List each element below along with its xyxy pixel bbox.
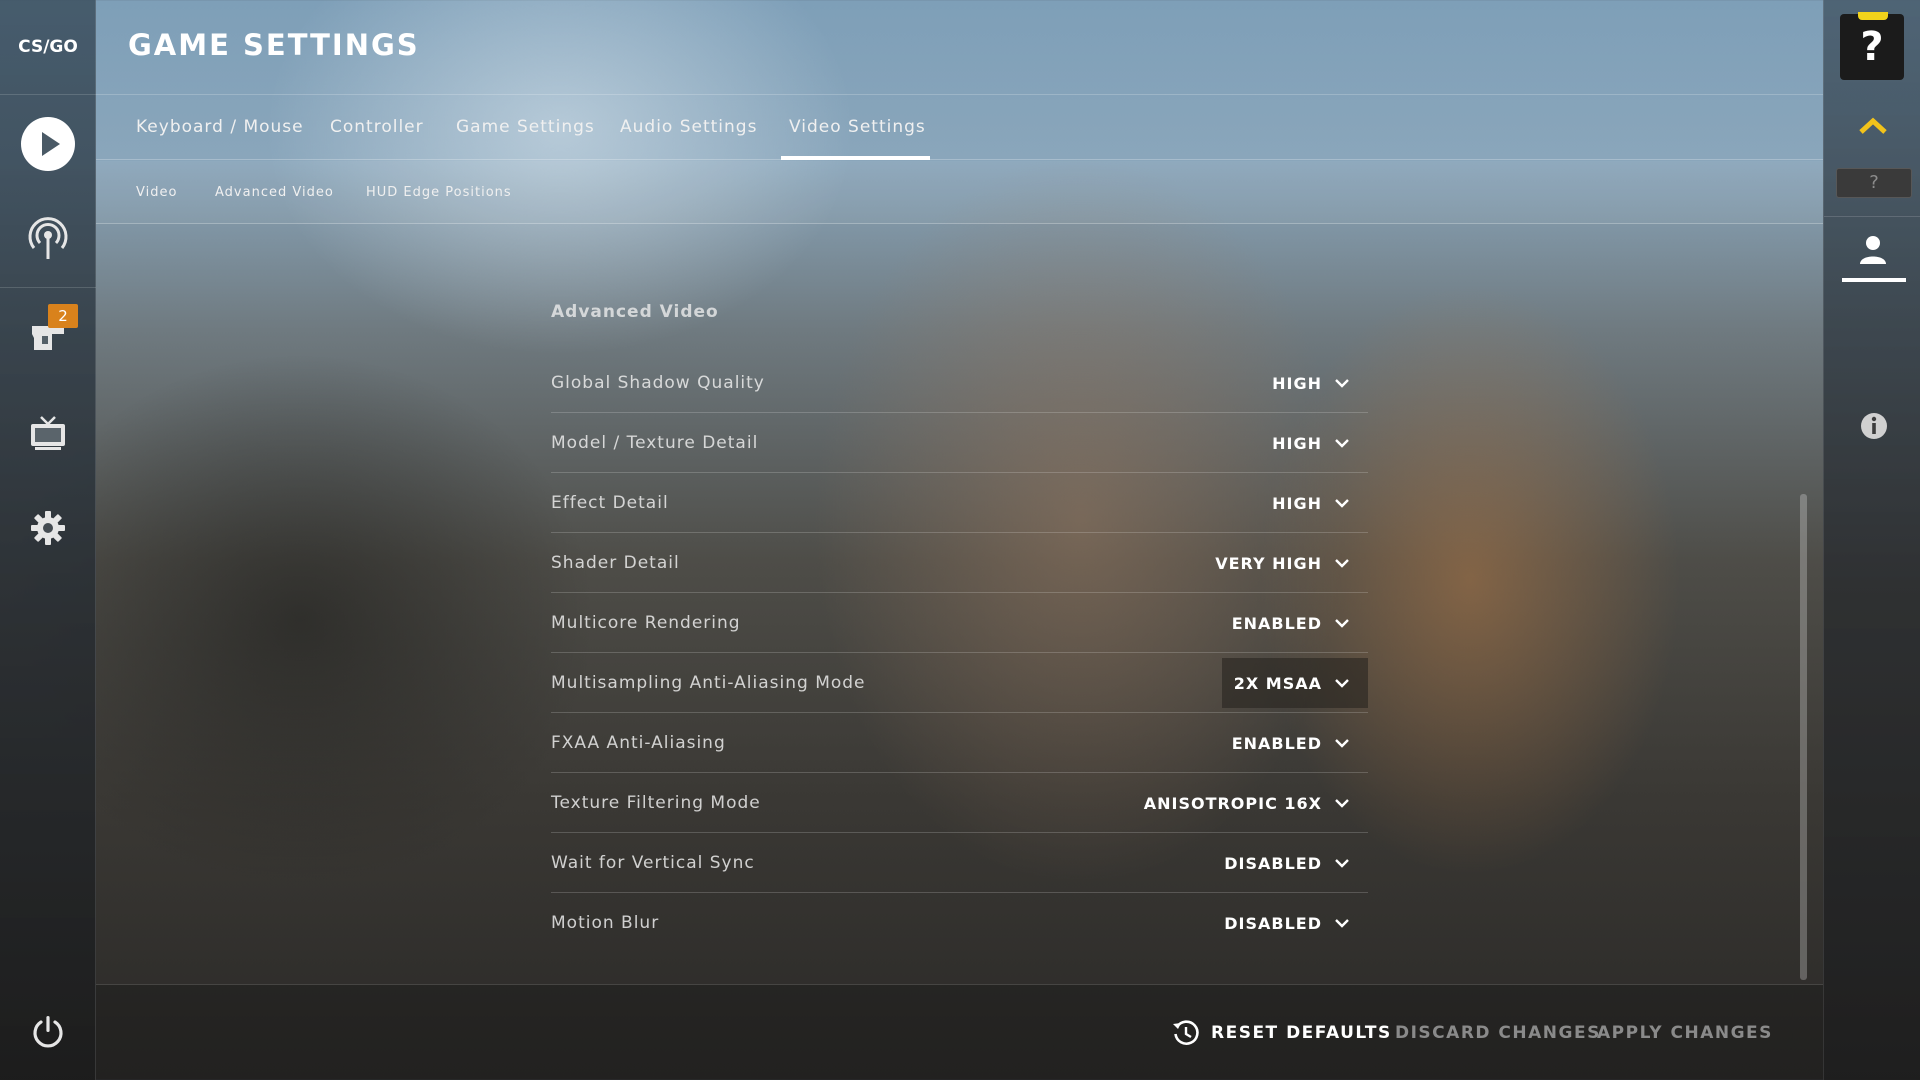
setting-dropdown[interactable]: ENABLED <box>1220 718 1368 768</box>
setting-label: Multicore Rendering <box>551 613 741 633</box>
subtab-hud-edge-positions[interactable]: HUD Edge Positions <box>366 161 512 224</box>
tab-game-settings[interactable]: Game Settings <box>456 96 595 160</box>
subtab-video[interactable]: Video <box>136 161 177 224</box>
chevron-down-icon <box>1335 859 1349 868</box>
setting-row-motion-blur: Motion Blur DISABLED <box>551 893 1368 953</box>
chevron-down-icon <box>1335 559 1349 568</box>
setting-row-global-shadow-quality: Global Shadow Quality HIGH <box>551 353 1368 413</box>
setting-label: Texture Filtering Mode <box>551 793 761 813</box>
history-icon <box>1173 1020 1199 1045</box>
setting-row-effect-detail: Effect Detail HIGH <box>551 473 1368 533</box>
dropdown-value: VERY HIGH <box>1215 553 1322 573</box>
subtab-advanced-video[interactable]: Advanced Video <box>215 161 334 224</box>
discard-changes-button[interactable]: DISCARD CHANGES <box>1395 985 1601 1080</box>
page-title: GAME SETTINGS <box>128 28 420 62</box>
setting-dropdown[interactable]: HIGH <box>1260 478 1368 528</box>
tv-button[interactable] <box>18 403 78 463</box>
csgo-logo[interactable]: CS/GO <box>0 0 96 95</box>
tv-icon <box>31 416 65 450</box>
scrollbar[interactable] <box>1800 494 1807 980</box>
info-icon[interactable] <box>1860 412 1888 440</box>
left-nav: CS/GO 2 <box>0 0 96 1080</box>
dropdown-value: HIGH <box>1272 373 1322 393</box>
setting-row-vertical-sync: Wait for Vertical Sync DISABLED <box>551 833 1368 893</box>
setting-row-model-texture-detail: Model / Texture Detail HIGH <box>551 413 1368 473</box>
chevron-down-icon <box>1335 379 1349 388</box>
settings-list: Global Shadow Quality HIGH Model / Textu… <box>551 353 1368 953</box>
setting-label: Multisampling Anti-Aliasing Mode <box>551 673 866 693</box>
dropdown-value: DISABLED <box>1224 853 1322 873</box>
setting-dropdown[interactable]: 2X MSAA <box>1221 658 1368 708</box>
play-icon <box>21 117 75 171</box>
tab-video-settings[interactable]: Video Settings <box>781 96 930 160</box>
tab-audio-settings[interactable]: Audio Settings <box>620 96 757 160</box>
chevron-down-icon <box>1335 439 1349 448</box>
setting-dropdown[interactable]: ENABLED <box>1220 598 1368 648</box>
broadcast-icon <box>28 217 68 259</box>
dropdown-value: ANISOTROPIC 16X <box>1143 793 1322 813</box>
setting-label: Global Shadow Quality <box>551 373 765 393</box>
settings-button[interactable] <box>18 498 78 558</box>
setting-label: Wait for Vertical Sync <box>551 853 755 873</box>
setting-row-fxaa: FXAA Anti-Aliasing ENABLED <box>551 713 1368 773</box>
video-subtabs: Video Advanced Video HUD Edge Positions <box>96 161 1823 224</box>
dropdown-value: ENABLED <box>1231 733 1322 753</box>
setting-row-multicore-rendering: Multicore Rendering ENABLED <box>551 593 1368 653</box>
nav-separator <box>0 287 96 288</box>
setting-label: FXAA Anti-Aliasing <box>551 733 726 753</box>
dropdown-value: 2X MSAA <box>1233 673 1322 693</box>
profile-underline <box>1842 278 1906 282</box>
setting-label: Motion Blur <box>551 913 660 933</box>
setting-row-msaa-mode: Multisampling Anti-Aliasing Mode 2X MSAA <box>551 653 1368 713</box>
play-button[interactable] <box>18 114 78 174</box>
setting-dropdown[interactable]: HIGH <box>1260 418 1368 468</box>
setting-row-texture-filtering: Texture Filtering Mode ANISOTROPIC 16X <box>551 773 1368 833</box>
tab-controller[interactable]: Controller <box>330 96 424 160</box>
dropdown-value: HIGH <box>1272 433 1322 453</box>
inventory-badge: 2 <box>48 304 78 328</box>
reset-defaults-button[interactable]: RESET DEFAULTS <box>1171 985 1392 1080</box>
footer-actions: RESET DEFAULTS DISCARD CHANGES APPLY CHA… <box>96 984 1823 1080</box>
help-label: ? <box>1860 24 1884 70</box>
setting-dropdown[interactable]: VERY HIGH <box>1203 538 1368 588</box>
rightbar-separator <box>1824 216 1920 217</box>
power-icon <box>33 1016 63 1048</box>
section-title: Advanced Video <box>551 302 719 322</box>
right-sidebar: ? ? <box>1823 0 1920 1080</box>
watch-button[interactable] <box>18 209 78 269</box>
chevron-down-icon <box>1335 799 1349 808</box>
chevron-down-icon <box>1335 499 1349 508</box>
dropdown-value: HIGH <box>1272 493 1322 513</box>
chevron-down-icon <box>1335 679 1349 688</box>
dropdown-value: DISABLED <box>1224 913 1322 933</box>
tab-keyboard-mouse[interactable]: Keyboard / Mouse <box>136 96 304 160</box>
chevron-down-icon <box>1335 619 1349 628</box>
header: GAME SETTINGS <box>96 0 1823 95</box>
help-button[interactable]: ? <box>1840 12 1904 80</box>
setting-dropdown[interactable]: DISABLED <box>1212 898 1368 948</box>
setting-label: Shader Detail <box>551 553 680 573</box>
setting-label: Model / Texture Detail <box>551 433 759 453</box>
chevron-down-icon <box>1335 919 1349 928</box>
setting-dropdown[interactable]: HIGH <box>1260 358 1368 408</box>
rank-chevron-icon[interactable] <box>1858 116 1888 136</box>
unknown-rank-badge[interactable]: ? <box>1836 168 1912 198</box>
settings-tabs: Keyboard / Mouse Controller Game Setting… <box>96 96 1823 160</box>
setting-dropdown[interactable]: DISABLED <box>1212 838 1368 888</box>
setting-dropdown[interactable]: ANISOTROPIC 16X <box>1132 778 1368 828</box>
dropdown-value: ENABLED <box>1231 613 1322 633</box>
apply-changes-button[interactable]: APPLY CHANGES <box>1597 985 1773 1080</box>
setting-row-shader-detail: Shader Detail VERY HIGH <box>551 533 1368 593</box>
setting-label: Effect Detail <box>551 493 669 513</box>
reset-defaults-label: RESET DEFAULTS <box>1211 1023 1392 1043</box>
gear-icon <box>31 511 65 545</box>
power-button[interactable] <box>18 1002 78 1062</box>
profile-icon[interactable] <box>1859 234 1887 266</box>
chevron-down-icon <box>1335 739 1349 748</box>
